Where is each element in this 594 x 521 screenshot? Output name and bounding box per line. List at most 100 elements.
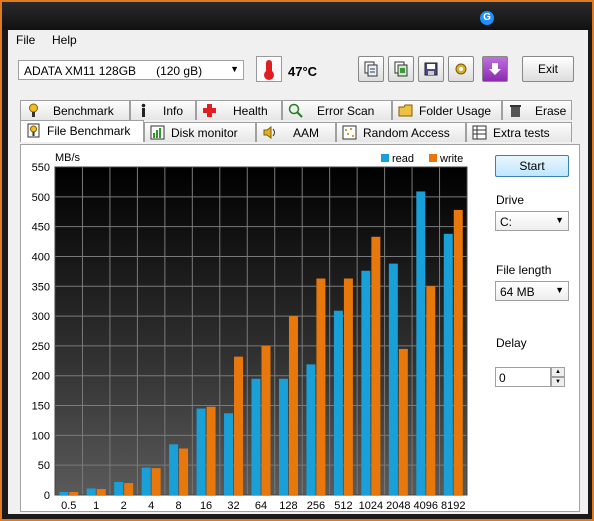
read-bar — [86, 488, 96, 495]
tab-erase[interactable]: Erase — [502, 100, 572, 120]
exit-button[interactable]: Exit — [522, 56, 574, 82]
save-icon — [424, 62, 438, 76]
x-tick-label: 512 — [334, 500, 352, 511]
health-icon — [203, 104, 216, 117]
tab-random-access[interactable]: Random Access — [336, 122, 466, 142]
write-bar — [453, 209, 463, 495]
spin-down-button[interactable]: ▼ — [551, 377, 565, 387]
x-tick-label: 128 — [279, 500, 297, 511]
x-tick-label: 8 — [176, 500, 182, 511]
read-bar — [388, 263, 398, 495]
tab-benchmark[interactable]: Benchmark — [20, 100, 130, 120]
read-bar — [141, 467, 151, 495]
tab-extra-tests-label: Extra tests — [493, 126, 550, 140]
write-bar — [398, 348, 408, 495]
delay-spinner: ▲ ▼ — [551, 367, 565, 387]
read-legend-swatch — [381, 154, 389, 162]
read-bar — [224, 413, 234, 495]
read-legend-label: read — [392, 153, 414, 165]
x-tick-label: 2 — [121, 500, 127, 511]
tab-folder-usage[interactable]: Folder Usage — [392, 100, 502, 120]
write-bar — [426, 286, 436, 495]
x-tick-label: 4 — [148, 500, 154, 511]
write-bar — [316, 278, 326, 495]
options-button[interactable] — [448, 56, 474, 82]
save-button[interactable] — [418, 56, 444, 82]
write-bar — [96, 489, 106, 495]
drive-name: ADATA XM11 128GB — [24, 64, 137, 78]
read-bar — [169, 444, 179, 495]
x-tick-label: 4096 — [414, 500, 438, 511]
write-bar — [151, 468, 161, 495]
write-bar — [288, 316, 298, 495]
write-bar — [206, 406, 216, 495]
tab-info[interactable]: Info — [130, 100, 196, 120]
copy-screenshot-icon — [394, 61, 408, 77]
read-bar — [306, 364, 316, 495]
tab-erase-label: Erase — [535, 104, 567, 118]
tab-file-benchmark[interactable]: File Benchmark — [20, 120, 144, 142]
y-tick-label: 300 — [32, 311, 50, 323]
tab-error-scan[interactable]: Error Scan — [282, 100, 392, 120]
read-bar — [114, 481, 124, 495]
start-button[interactable]: Start — [495, 155, 569, 177]
x-tick-label: 1024 — [359, 500, 383, 511]
delay-label: Delay — [496, 336, 527, 350]
app-logo-icon: G — [480, 11, 494, 25]
delay-input[interactable]: 0 — [495, 367, 551, 387]
random-access-icon — [342, 125, 357, 140]
x-tick-label: 64 — [255, 500, 267, 511]
tab-benchmark-label: Benchmark — [53, 104, 114, 118]
menu-help[interactable]: Help — [52, 33, 77, 47]
write-legend-swatch — [429, 154, 437, 162]
tab-file-benchmark-label: File Benchmark — [47, 124, 131, 138]
thermometer-icon — [256, 56, 282, 82]
file-benchmark-panel: 0 50 100 150 200 250 300 350 400 450 500 550 0.5 1 2 4 8… — [20, 144, 580, 512]
copy-text-button[interactable] — [358, 56, 384, 82]
copy-text-icon — [364, 61, 378, 77]
tab-folder-usage-label: Folder Usage — [419, 104, 492, 118]
y-tick-label: 550 — [32, 162, 50, 174]
read-bar — [443, 233, 453, 495]
write-bar — [371, 236, 381, 495]
y-tick-label: 500 — [32, 192, 50, 204]
tab-aam[interactable]: AAM — [256, 122, 336, 142]
y-tick-label: 450 — [32, 222, 50, 234]
chevron-down-icon: ▼ — [555, 215, 564, 225]
y-tick-label: 0 — [44, 490, 50, 502]
read-bar — [361, 270, 371, 495]
folder-icon — [398, 104, 413, 117]
delay-value: 0 — [499, 371, 506, 385]
x-tick-label: 2048 — [386, 500, 410, 511]
drive-letter-select[interactable]: C: ▼ — [495, 211, 569, 231]
tab-random-access-label: Random Access — [363, 126, 450, 140]
drive-size: (120 gB) — [156, 64, 203, 78]
drive-label: Drive — [496, 193, 525, 207]
y-tick-label: 250 — [32, 341, 50, 353]
error-scan-icon — [288, 103, 303, 118]
tab-health[interactable]: Health — [196, 100, 282, 120]
tab-extra-tests[interactable]: Extra tests — [466, 122, 572, 142]
read-bar — [59, 492, 69, 495]
erase-icon — [510, 105, 521, 117]
tab-error-scan-label: Error Scan — [317, 104, 375, 118]
disk-monitor-icon — [150, 125, 165, 140]
download-button[interactable] — [482, 56, 508, 82]
drive-select[interactable]: ADATA XM11 128GB (120 gB) ▼ — [18, 60, 244, 80]
y-axis-label: MB/s — [55, 152, 81, 164]
spin-up-button[interactable]: ▲ — [551, 367, 565, 377]
write-bar — [124, 483, 134, 495]
file-length-select[interactable]: 64 MB ▼ — [495, 281, 569, 301]
copy-screenshot-button[interactable] — [388, 56, 414, 82]
menu-file[interactable]: File — [16, 33, 35, 47]
tab-health-label: Health — [233, 104, 268, 118]
download-icon — [489, 63, 501, 75]
write-bar — [261, 345, 271, 495]
x-tick-label: 256 — [307, 500, 325, 511]
x-tick-label: 32 — [227, 500, 239, 511]
read-bar — [196, 408, 206, 495]
write-bar — [69, 492, 79, 495]
tab-disk-monitor[interactable]: Disk monitor — [144, 122, 256, 142]
y-tick-label: 50 — [38, 460, 50, 472]
drive-select-value: ADATA XM11 128GB (120 gB) — [24, 64, 202, 78]
